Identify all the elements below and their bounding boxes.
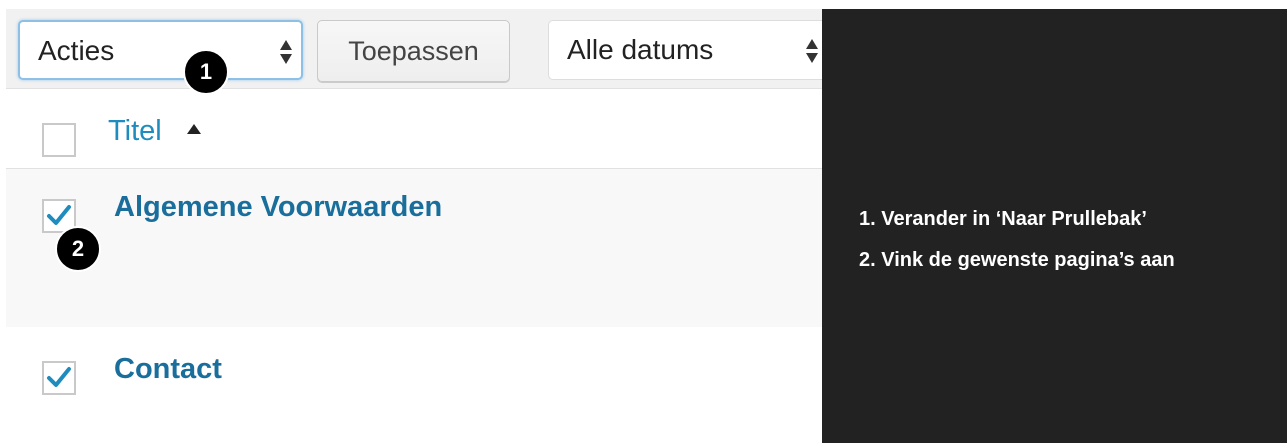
step-badge-2: 2 [55, 226, 101, 272]
pages-table: Titel Algemene Voorwaarden Contact [6, 88, 822, 443]
page-title-link[interactable]: Contact [114, 353, 222, 386]
checkmark-icon [47, 205, 71, 225]
apply-button[interactable]: Toepassen [317, 20, 510, 82]
table-header: Titel [6, 89, 822, 169]
table-row: Contact [6, 327, 822, 443]
column-title-link[interactable]: Titel [108, 115, 162, 148]
sort-ascending-icon[interactable] [187, 124, 201, 134]
select-all-checkbox[interactable] [42, 123, 76, 157]
instructions-panel: 1. Verander in ‘Naar Prullebak’ 2. Vink … [822, 9, 1287, 443]
page-title-link[interactable]: Algemene Voorwaarden [114, 191, 442, 224]
select-arrows-icon [280, 40, 292, 64]
date-filter-value: Alle datums [567, 34, 714, 65]
wordpress-pages-list: Acties Toepassen Alle datums Titel Algem… [6, 9, 822, 443]
date-filter-select[interactable]: Alle datums [548, 20, 822, 80]
row-checkbox[interactable] [42, 361, 76, 395]
step-badge-1: 1 [183, 49, 229, 95]
bulk-actions-select[interactable]: Acties [18, 20, 303, 80]
bulk-actions-value: Acties [38, 35, 115, 66]
checkmark-icon [47, 367, 71, 387]
instruction-step-2: 2. Vink de gewenste pagina’s aan [859, 249, 1175, 271]
table-row: Algemene Voorwaarden [6, 169, 822, 327]
select-arrows-icon [806, 39, 818, 63]
instruction-step-1: 1. Verander in ‘Naar Prullebak’ [859, 208, 1147, 230]
